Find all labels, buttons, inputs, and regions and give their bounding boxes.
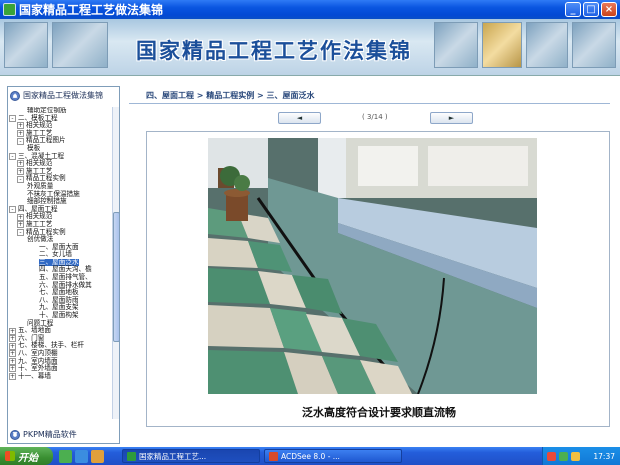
banner-photo <box>572 22 616 68</box>
window-title: 国家精品工程工艺做法集锦 <box>19 3 164 17</box>
expand-icon[interactable]: + <box>9 365 16 373</box>
desktop-icon[interactable] <box>59 449 72 463</box>
folder-icon[interactable] <box>91 449 104 463</box>
collapse-icon[interactable]: - <box>17 228 24 236</box>
app-icon <box>3 3 16 16</box>
browser-icon[interactable] <box>75 449 88 463</box>
taskbar-app-button[interactable]: ACDSee 8.0 - ... <box>264 449 402 463</box>
close-button[interactable]: × <box>601 2 617 17</box>
collapse-circle-icon[interactable]: ▲ <box>10 90 20 101</box>
expand-icon[interactable]: + <box>9 327 16 335</box>
tree-item[interactable]: - 精品工程图片 <box>9 137 112 145</box>
tree-item[interactable]: + 十一、幕墙 <box>9 371 112 381</box>
app-icon <box>127 451 136 461</box>
tray-icon[interactable] <box>559 451 568 461</box>
photo-caption: 泛水高度符合设计要求顺直流畅 <box>302 406 456 419</box>
expand-circle-icon[interactable]: ▼ <box>10 429 20 440</box>
taskbar-app-label: 国家精品工程工艺... <box>139 451 207 461</box>
task-buttons: 国家精品工程工艺... ACDSee 8.0 - ... <box>118 449 402 463</box>
expand-icon[interactable]: + <box>9 342 16 350</box>
tree-item[interactable]: - 精品工程实例 <box>9 228 112 237</box>
start-label: 开始 <box>18 452 38 464</box>
taskbar: 开始 国家精品工程工艺... ACDSee 8.0 - ... 17:37 <box>0 447 620 465</box>
tree-item[interactable]: + 相关规范 <box>9 122 112 130</box>
banner-photo <box>434 22 478 68</box>
quick-launch <box>59 449 104 463</box>
windows-flag-icon <box>5 451 15 461</box>
tree-item[interactable]: - 精品工程实例 <box>9 175 112 183</box>
content-frame: 泛水高度符合设计要求顺直流畅 <box>146 131 610 427</box>
prev-page-button[interactable]: ◄ <box>278 112 321 124</box>
maximize-button[interactable]: □ <box>583 2 599 17</box>
page-indicator: ( 3/14 ) <box>362 113 388 121</box>
tree-item-label: 十一、幕墙 <box>18 371 51 380</box>
breadcrumb: 四、屋面工程 > 精品工程实例 > 三、屋面泛水 <box>146 91 315 100</box>
expand-icon[interactable]: + <box>9 357 16 365</box>
expand-icon[interactable]: + <box>17 122 24 130</box>
roof-flashing-photo <box>208 138 537 394</box>
expand-icon[interactable]: + <box>17 160 24 168</box>
app-icon <box>269 451 278 461</box>
tree-header-label: 国家精品工程做法集锦 <box>23 91 103 100</box>
collapse-icon[interactable]: - <box>17 175 24 183</box>
tree-item[interactable]: 十、屋面构架 <box>9 311 112 320</box>
expand-icon[interactable]: + <box>9 335 16 343</box>
expand-icon[interactable]: + <box>17 213 24 221</box>
taskbar-app-label: ACDSee 8.0 - ... <box>281 451 340 461</box>
header-banner: 国家精品工程工艺作法集锦 <box>0 19 620 76</box>
tree-scrollbar[interactable] <box>112 107 119 419</box>
tree-item[interactable]: - 二、模板工程 <box>9 114 112 123</box>
banner-title: 国家精品工程工艺作法集锦 <box>136 38 412 63</box>
tree-item[interactable]: + 相关规范 <box>9 213 112 221</box>
app-window: 国家精品工程工艺做法集锦 _ □ × 国家精品工程工艺作法集锦 ▲ 国家精品工程… <box>0 0 620 465</box>
minimize-button[interactable]: _ <box>565 2 581 17</box>
title-bar[interactable]: 国家精品工程工艺做法集锦 _ □ × <box>0 0 620 19</box>
start-button[interactable]: 开始 <box>0 447 53 465</box>
next-page-button[interactable]: ► <box>430 112 473 124</box>
tray-icon[interactable] <box>571 451 580 461</box>
collapse-icon[interactable]: - <box>9 114 16 122</box>
expand-icon[interactable]: + <box>17 168 24 176</box>
tree-item[interactable]: - 三、混凝土工程 <box>9 152 112 161</box>
banner-photo <box>526 22 568 68</box>
expand-icon[interactable]: + <box>9 350 16 358</box>
banner-photo <box>482 22 522 68</box>
collapse-icon[interactable]: - <box>17 137 24 145</box>
expand-icon[interactable]: + <box>17 221 24 229</box>
taskbar-app-button[interactable]: 国家精品工程工艺... <box>122 449 260 463</box>
tree-footer-label: PKPM精品软件 <box>23 430 77 439</box>
tree-item[interactable]: - 四、屋面工程 <box>9 205 112 214</box>
photo-illustration <box>208 138 537 394</box>
clock: 17:37 <box>593 451 615 461</box>
collapse-icon[interactable]: - <box>9 152 16 160</box>
tree-footer[interactable]: ▼ PKPM精品软件 <box>10 429 77 440</box>
tree-header[interactable]: ▲ 国家精品工程做法集锦 <box>10 90 103 101</box>
banner-photo <box>52 22 108 68</box>
expand-icon[interactable]: + <box>9 373 16 381</box>
collapse-icon[interactable]: - <box>9 206 16 214</box>
divider <box>129 103 610 104</box>
tray-icon[interactable] <box>547 451 556 461</box>
system-tray: 17:37 <box>542 447 620 465</box>
banner-photo <box>4 22 48 68</box>
navigation-tree: 辅助定位钢筋 - 二、模板工程 + 相关规范 + 施工工艺 - 精品工程图片 模板 - 三、混凝土工程… <box>9 107 112 419</box>
tree-item[interactable]: + 相关规范 <box>9 160 112 168</box>
window-controls: _ □ × <box>565 2 617 17</box>
expand-icon[interactable]: + <box>17 130 24 138</box>
navigation-panel: ▲ 国家精品工程做法集锦 辅助定位钢筋 - 二、模板工程 + 相关规范 + 施工工艺 - 精品工… <box>7 86 120 444</box>
scrollbar-thumb[interactable] <box>113 212 119 342</box>
